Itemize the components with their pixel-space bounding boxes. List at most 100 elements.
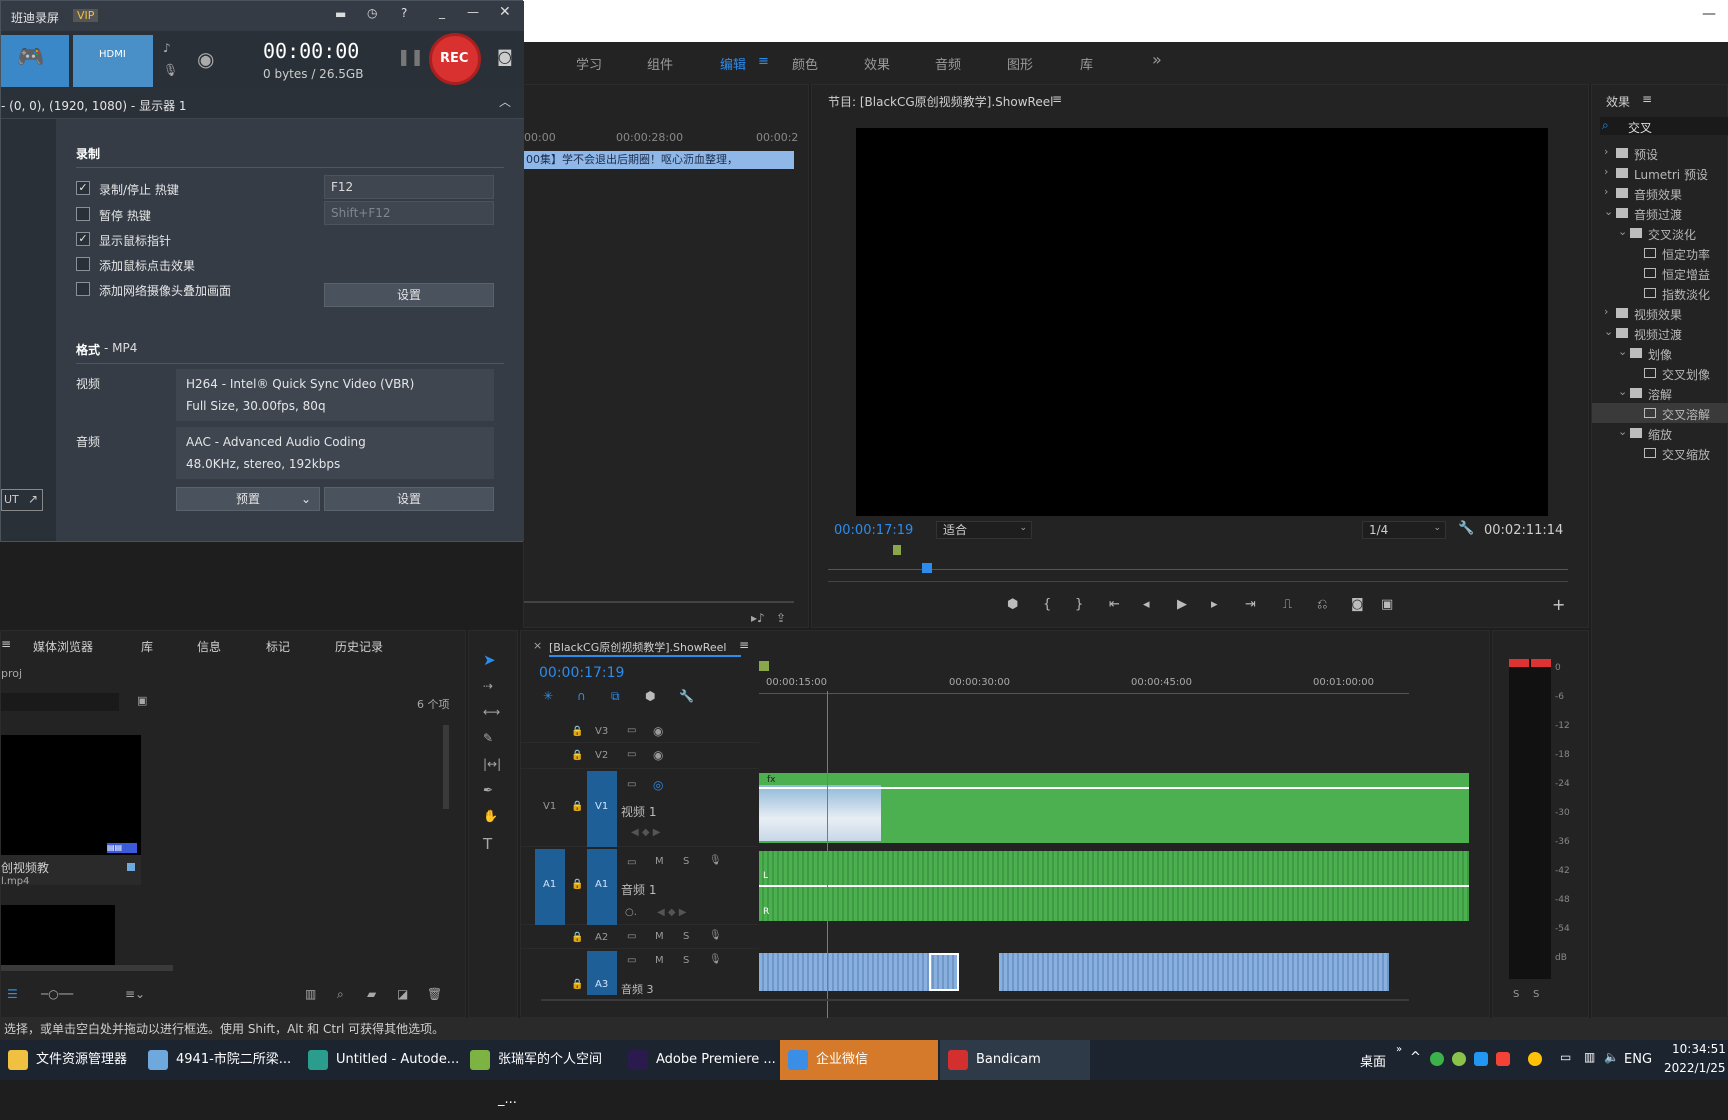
- eye-icon[interactable]: ◉: [653, 748, 663, 762]
- ripple-edit-icon[interactable]: ⟷: [483, 705, 500, 719]
- effects-tree-item[interactable]: ⌄ 交叉淡化: [1592, 223, 1728, 243]
- linked-selection-icon[interactable]: ⧉: [611, 689, 620, 704]
- compare-icon[interactable]: ▣: [1381, 597, 1393, 612]
- audio-clip-3[interactable]: [759, 953, 1389, 991]
- effects-tree-item[interactable]: › 音频效果: [1592, 183, 1728, 203]
- effects-tree-item[interactable]: 指数淡化: [1592, 283, 1728, 303]
- solo-button[interactable]: S: [683, 955, 689, 966]
- solo-button[interactable]: S: [683, 856, 689, 867]
- lock-icon[interactable]: 🔒: [571, 979, 583, 990]
- tab-color[interactable]: 颜色: [792, 54, 818, 73]
- effects-tree-item[interactable]: 交叉溶解: [1592, 403, 1728, 423]
- tray-app-icon[interactable]: [1496, 1052, 1510, 1066]
- network-icon[interactable]: ▥: [1584, 1050, 1595, 1064]
- new-bin-icon[interactable]: ▰: [367, 987, 376, 1001]
- lock-icon[interactable]: 🔒: [571, 932, 583, 943]
- audio-clip[interactable]: L R: [759, 851, 1469, 921]
- chevron-down-icon[interactable]: ⌄: [1604, 325, 1613, 338]
- export-icon[interactable]: ⇪: [776, 611, 786, 625]
- program-timecode[interactable]: 00:00:17:19: [834, 523, 913, 538]
- track-header[interactable]: A1 🔒 A1 ▭ M S 🎙 音频 1 ○. ◀ ◆ ▶: [521, 849, 759, 925]
- microphone-icon[interactable]: 🎙: [709, 954, 722, 965]
- side-button[interactable]: UT ↗: [1, 489, 43, 511]
- sequence-tab[interactable]: [BlackCG原创视频教学].ShowReel: [549, 639, 726, 655]
- sync-lock-icon[interactable]: ▭: [627, 749, 636, 760]
- hdmi-mode-button[interactable]: HDMI: [73, 35, 153, 87]
- track-target[interactable]: A3: [587, 951, 617, 995]
- source-patch[interactable]: A1: [535, 849, 565, 925]
- effects-tree-item[interactable]: 恒定增益: [1592, 263, 1728, 283]
- add-marker-icon[interactable]: ⬢: [645, 689, 655, 703]
- desktop-label[interactable]: 桌面: [1360, 1051, 1386, 1070]
- lock-icon[interactable]: 🔒: [571, 726, 583, 737]
- mic-icon[interactable]: 🎙: [163, 63, 178, 77]
- effects-tree-item[interactable]: › Lumetri 预设: [1592, 163, 1728, 183]
- tab-graphics[interactable]: 图形: [1007, 54, 1033, 73]
- hotkey-field[interactable]: F12: [324, 175, 494, 199]
- clock-date[interactable]: 2022/1/25: [1664, 1061, 1726, 1075]
- volume-icon[interactable]: ○.: [625, 907, 637, 918]
- play-icon[interactable]: ▶: [1177, 597, 1187, 612]
- mute-button[interactable]: M: [655, 931, 664, 942]
- eye-icon[interactable]: ◉: [653, 724, 663, 738]
- in-marker[interactable]: [893, 545, 901, 555]
- microphone-icon[interactable]: 🎙: [709, 855, 722, 866]
- track-header[interactable]: 🔒 A2 ▭ M S 🎙: [521, 927, 759, 949]
- close-icon[interactable]: ✕: [499, 4, 511, 20]
- chevron-down-icon[interactable]: ⌄: [1618, 225, 1627, 238]
- mark-out-icon[interactable]: }: [1075, 597, 1083, 612]
- tab-media-browser[interactable]: 媒体浏览器: [33, 638, 93, 655]
- zoom-bar[interactable]: [828, 581, 1568, 582]
- sync-lock-icon[interactable]: ▭: [627, 857, 636, 868]
- panel-menu-icon[interactable]: ≡: [1, 637, 11, 651]
- tab-audio[interactable]: 音频: [935, 54, 961, 73]
- chevron-down-icon[interactable]: ⌄: [1618, 385, 1627, 398]
- audio-format-box[interactable]: AAC - Advanced Audio Coding 48.0KHz, ste…: [176, 427, 494, 479]
- panel-menu-icon[interactable]: ≡: [739, 638, 749, 652]
- preset-button[interactable]: 预置 ⌄: [176, 487, 320, 511]
- tab-markers[interactable]: 标记: [266, 638, 290, 655]
- folder-icon[interactable]: ▬: [335, 7, 346, 21]
- zoom-slider[interactable]: ─○──: [41, 987, 73, 1001]
- keyframe-nav-icon[interactable]: ◀ ◆ ▶: [631, 827, 660, 838]
- timeline-zoom-bar[interactable]: [541, 999, 1409, 1001]
- camera-icon[interactable]: ◙: [1351, 597, 1364, 612]
- type-tool-icon[interactable]: T: [483, 835, 492, 853]
- tab-info[interactable]: 信息: [197, 638, 221, 655]
- effects-tree-item[interactable]: 交叉缩放: [1592, 443, 1728, 463]
- checkbox-show-cursor[interactable]: ✓: [76, 232, 90, 246]
- tray-shield-icon[interactable]: [1474, 1052, 1488, 1066]
- slip-tool-icon[interactable]: |↔|: [483, 757, 501, 771]
- chevron-down-icon[interactable]: ⌄: [1604, 205, 1613, 218]
- mute-button[interactable]: M: [655, 856, 664, 867]
- taskbar-item[interactable]: 企业微信: [780, 1040, 938, 1080]
- trash-icon[interactable]: 🗑: [427, 987, 442, 1001]
- step-forward-icon[interactable]: ▸: [1211, 597, 1218, 612]
- history-icon[interactable]: ◷: [367, 6, 377, 20]
- playhead[interactable]: [922, 563, 932, 573]
- chevron-right-icon[interactable]: ›: [1604, 305, 1608, 318]
- checkbox-webcam-overlay[interactable]: [76, 282, 90, 296]
- help-icon[interactable]: ?: [401, 6, 407, 20]
- selection-tool-icon[interactable]: ➤: [483, 651, 496, 669]
- tab-learn[interactable]: 学习: [576, 54, 602, 73]
- wrench-icon[interactable]: 🔧: [1458, 521, 1474, 536]
- tab-history[interactable]: 历史记录: [335, 638, 383, 655]
- taskbar-item[interactable]: Bandicam: [940, 1040, 1090, 1080]
- sync-lock-icon[interactable]: ▭: [627, 931, 636, 942]
- track-header[interactable]: 🔒 V2 ▭ ◉: [521, 745, 759, 769]
- extract-icon[interactable]: ⎌: [1317, 597, 1327, 612]
- taskbar-item[interactable]: Untitled - Autode...: [300, 1040, 460, 1080]
- in-marker[interactable]: [759, 661, 769, 671]
- taskbar-item[interactable]: Adobe Premiere ...: [620, 1040, 778, 1080]
- sync-lock-icon[interactable]: ▭: [627, 955, 636, 966]
- lock-icon[interactable]: 🔒: [571, 879, 583, 890]
- lock-icon[interactable]: 🔒: [571, 801, 583, 812]
- hand-tool-icon[interactable]: ✋: [483, 809, 498, 823]
- effects-tree-item[interactable]: 恒定功率: [1592, 243, 1728, 263]
- effects-tree-item[interactable]: › 视频效果: [1592, 303, 1728, 323]
- video-clip[interactable]: fx: [759, 773, 1469, 843]
- source-clip[interactable]: 00集】学不会退出后期圈！呕心沥血整理，: [524, 151, 794, 169]
- tab-editing[interactable]: 编辑: [720, 54, 746, 73]
- more-workspaces-icon[interactable]: »: [1152, 50, 1162, 69]
